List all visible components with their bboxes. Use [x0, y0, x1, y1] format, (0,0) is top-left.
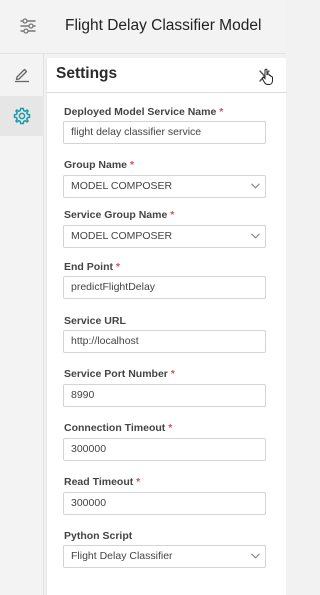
read-timeout-label: Read Timeout *	[64, 476, 141, 488]
required-marker: *	[115, 261, 121, 273]
gear-icon	[13, 107, 31, 125]
panel-title: Settings	[56, 65, 118, 82]
service-url-input[interactable]: http://localhost	[63, 330, 266, 353]
panel-divider	[47, 92, 287, 93]
service-name-label: Deployed Model Service Name *	[64, 106, 224, 118]
settings-panel: Settings Deployed Model Service Name * f…	[46, 58, 287, 595]
close-icon[interactable]	[257, 66, 275, 88]
service-port-input[interactable]: 8990	[63, 384, 266, 407]
required-marker: *	[168, 422, 173, 434]
connection-timeout-input[interactable]: 300000	[63, 438, 266, 461]
required-marker: *	[129, 159, 135, 171]
end-point-label: End Point *	[64, 261, 121, 273]
service-group-name-select[interactable]: MODEL COMPOSER	[63, 225, 266, 248]
chevron-down-icon	[251, 553, 260, 559]
top-bar: Flight Delay Classifier Model	[0, 0, 286, 54]
app-title: Flight Delay Classifier Model	[65, 17, 262, 34]
side-rail	[0, 54, 44, 595]
pencil-icon	[15, 68, 29, 83]
required-marker: *	[219, 106, 224, 118]
chevron-down-icon	[251, 233, 260, 239]
service-url-label: Service URL	[64, 315, 126, 327]
sidebar-item-settings[interactable]	[0, 96, 44, 136]
group-name-label: Group Name *	[64, 159, 135, 171]
service-group-name-label: Service Group Name *	[64, 209, 175, 221]
group-name-select[interactable]: MODEL COMPOSER	[63, 175, 266, 198]
service-group-name-value: MODEL COMPOSER	[71, 230, 173, 242]
required-marker: *	[170, 368, 175, 380]
read-timeout-input[interactable]: 300000	[63, 492, 266, 515]
chevron-down-icon	[251, 183, 260, 189]
service-name-input[interactable]: flight delay classifier service	[63, 121, 266, 144]
required-marker: *	[170, 209, 175, 221]
sliders-icon[interactable]	[17, 15, 39, 37]
python-script-select[interactable]: Flight Delay Classifier	[63, 545, 266, 568]
end-point-input[interactable]: predictFlightDelay	[63, 276, 266, 299]
python-script-label: Python Script	[64, 530, 133, 542]
group-name-value: MODEL COMPOSER	[71, 180, 173, 192]
sidebar-item-edit[interactable]	[0, 54, 44, 94]
required-marker: *	[136, 476, 141, 488]
service-port-label: Service Port Number *	[64, 368, 175, 380]
connection-timeout-label: Connection Timeout *	[64, 422, 173, 434]
python-script-value: Flight Delay Classifier	[71, 550, 173, 562]
